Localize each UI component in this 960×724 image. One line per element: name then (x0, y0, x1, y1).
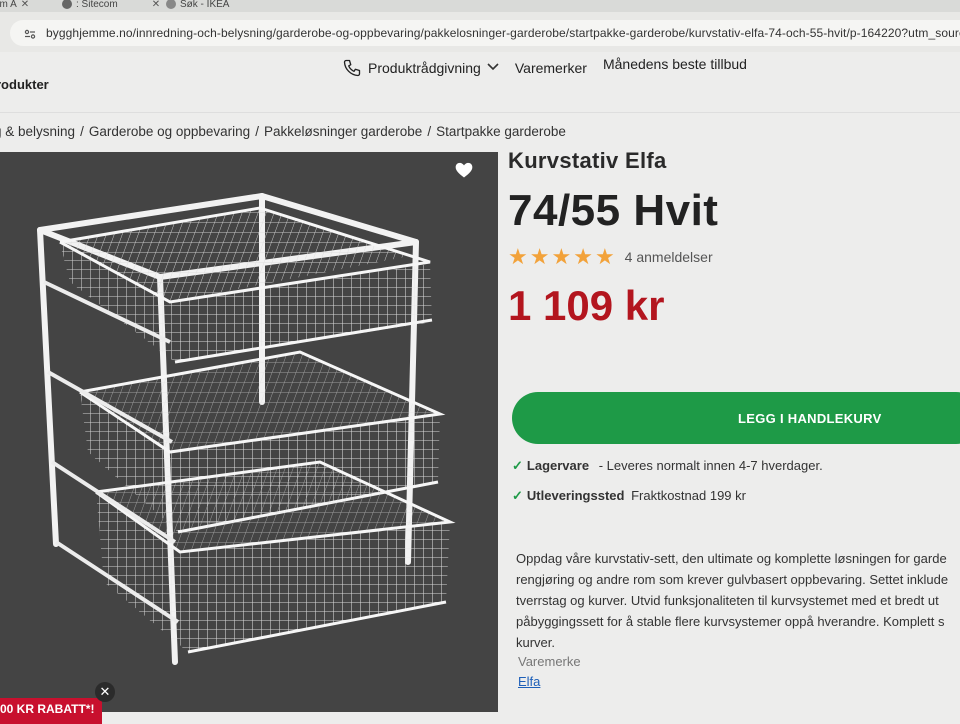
nav-item-brands[interactable]: Varemerker (515, 60, 587, 76)
nav-item-monthly-offers[interactable]: Månedens beste tillbud (603, 56, 747, 72)
discount-promo-banner[interactable]: 00 KR RABATT*! (0, 698, 103, 724)
browser-tab[interactable]: om A ✕ (0, 0, 29, 12)
tab-close-icon[interactable]: ✕ (21, 0, 29, 10)
star-icon: ★ (529, 244, 550, 269)
star-icon: ★ (594, 244, 615, 269)
review-count-link[interactable]: 4 anmeldelser (625, 249, 713, 265)
product-variant-title: 74/55 Hvit (508, 186, 719, 235)
stock-status-label: Lagervare (526, 458, 590, 473)
breadcrumb-item[interactable]: Garderobe og oppbevaring (89, 124, 250, 139)
chevron-down-icon (487, 62, 499, 74)
tab-label: : Sitecom (76, 0, 118, 10)
breadcrumb-separator: / (255, 124, 259, 139)
phone-icon (343, 59, 361, 77)
product-rating[interactable]: ★ ★ ★ ★ ★ 4 anmeldelser (508, 246, 713, 268)
browser-tab-strip: om A ✕ : Sitecom ✕ Søk - IKEA (0, 0, 960, 12)
star-icon: ★ (573, 244, 593, 269)
product-price: 1 109 kr (508, 282, 665, 329)
nav-item-product-advice[interactable]: Produktrådgivning (342, 58, 499, 78)
breadcrumb-item[interactable]: Startpakke garderobe (436, 124, 566, 139)
breadcrumb-item[interactable]: Pakkeløsninger garderobe (264, 124, 422, 139)
brand-label: Varemerke (518, 654, 581, 669)
add-to-cart-label: LEGG I HANDLEKURV (738, 410, 882, 426)
breadcrumb-separator: / (427, 124, 432, 139)
product-name: Kurvstativ Elfa (508, 148, 667, 173)
description-line: kurver. (516, 635, 556, 650)
stock-status: ✓ Lagervare - Leveres normalt innen 4-7 h… (512, 458, 823, 474)
star-icon: ★ (551, 244, 572, 269)
url-text: bygghjemme.no/innredning-och-belysning/g… (46, 26, 960, 40)
stock-status-detail: - Leveres normalt innen 4-7 hverdager. (598, 458, 823, 473)
nav-item-label: Produktrådgivning (368, 60, 481, 76)
url-field[interactable]: bygghjemme.no/innredning-och-belysning/g… (10, 20, 960, 46)
description-line: rengjøring og andre rom som krever gulvb… (516, 572, 949, 587)
main-nav: Produktrådgivning Varemerker Månedens be… (342, 56, 763, 78)
star-icon: ★ (508, 244, 528, 269)
browser-tab[interactable]: Søk - IKEA (166, 0, 229, 12)
check-icon: ✓ (512, 488, 523, 503)
delivery-status-label: Utleveringssted (526, 488, 625, 503)
breadcrumb: g & belysning / Garderobe og oppbevaring / P… (0, 124, 566, 139)
product-image[interactable] (0, 152, 498, 712)
nav-item-label: Varemerker (514, 60, 587, 76)
browser-tab[interactable]: : Sitecom ✕ (62, 0, 160, 12)
check-icon: ✓ (512, 458, 523, 473)
description-line: Oppdag våre kurvstativ-sett, den ultimat… (516, 551, 947, 566)
delivery-status: ✓ Utleveringssted Fraktkostnad 199 kr (512, 488, 746, 504)
tab-label: Søk - IKEA (180, 0, 230, 10)
nav-item-label: Månedens beste tillbud (602, 56, 747, 72)
brand-link[interactable]: Elfa (518, 674, 540, 689)
products-menu-label[interactable]: rodukter (0, 77, 49, 92)
tab-favicon-icon (62, 0, 72, 9)
description-line: påbyggingssett for å stable flere kurvsy… (516, 614, 945, 629)
heart-icon[interactable] (454, 160, 474, 180)
delivery-status-detail: Fraktkostnad 199 kr (631, 488, 746, 503)
breadcrumb-item[interactable]: g & belysning (0, 124, 75, 139)
close-icon[interactable]: ✕ (95, 682, 115, 702)
tab-close-icon[interactable]: ✕ (152, 0, 160, 10)
tab-favicon-icon (166, 0, 176, 9)
add-to-cart-button[interactable]: LEGG I HANDLEKURV (512, 392, 960, 444)
header-divider (0, 112, 960, 113)
tab-label: om A (0, 0, 17, 10)
product-description: Oppdag våre kurvstativ-sett, den ultimat… (516, 548, 960, 653)
site-settings-icon[interactable] (24, 28, 36, 43)
description-line: tverrstag og kurver. Utvid funksjonalite… (516, 593, 939, 608)
wire-basket-rack-image (37, 193, 456, 665)
breadcrumb-separator: / (80, 124, 84, 139)
